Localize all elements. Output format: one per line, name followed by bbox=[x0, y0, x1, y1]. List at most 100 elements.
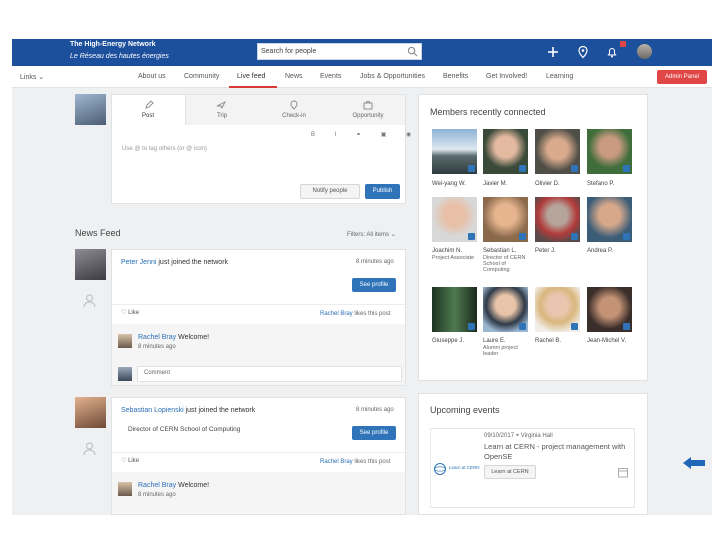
member-photo bbox=[483, 129, 528, 174]
post-timestamp: 8 minutes ago bbox=[356, 407, 394, 413]
member-card[interactable]: Giuseppe J. bbox=[432, 287, 477, 345]
member-card[interactable]: Andrea P. bbox=[587, 197, 632, 255]
see-profile-button[interactable]: See profile bbox=[352, 426, 396, 440]
brand-subtitle[interactable]: Le Réseau des hautes énergies bbox=[70, 53, 169, 60]
comment-time: 8 minutes ago bbox=[138, 344, 176, 350]
see-profile-button[interactable]: See profile bbox=[352, 278, 396, 292]
tab-post[interactable]: Post bbox=[123, 113, 173, 119]
divider bbox=[112, 452, 405, 453]
member-card[interactable]: Javier M. bbox=[483, 129, 528, 188]
nav-news[interactable]: News bbox=[285, 73, 303, 80]
admin-panel-button[interactable]: Admin Panel bbox=[657, 70, 707, 84]
arrow-left-icon[interactable] bbox=[682, 456, 706, 470]
like-button[interactable]: ♡ Like bbox=[121, 457, 139, 464]
pencil-icon bbox=[145, 100, 154, 109]
tab-trip[interactable]: Trip bbox=[197, 113, 247, 119]
events-title: Upcoming events bbox=[430, 405, 500, 415]
event-meta: 09/10/2017 ⌖ Virginia Hall bbox=[484, 433, 553, 439]
linkedin-icon bbox=[623, 323, 630, 330]
member-card[interactable]: Jean-Michel V. bbox=[587, 287, 632, 345]
nav-learning[interactable]: Learning bbox=[546, 73, 573, 80]
nav-about[interactable]: About us bbox=[138, 73, 166, 80]
links-dropdown[interactable]: Links ⌄ bbox=[20, 73, 44, 81]
user-avatar[interactable] bbox=[637, 44, 652, 59]
member-photo bbox=[587, 287, 632, 332]
linkedin-icon bbox=[571, 165, 578, 172]
my-avatar bbox=[118, 367, 132, 381]
user-placeholder-icon bbox=[83, 442, 96, 456]
member-photo bbox=[432, 197, 477, 242]
composer-textarea[interactable]: Use @ to tag others (or @ icon) bbox=[122, 146, 207, 152]
member-card[interactable]: Rachel B. bbox=[535, 287, 580, 345]
nav-jobs[interactable]: Jobs & Opportunities bbox=[360, 73, 425, 80]
member-photo bbox=[432, 287, 477, 332]
post-author-avatar[interactable] bbox=[75, 397, 106, 428]
comment-text: Rachel Bray Welcome! bbox=[138, 482, 210, 489]
member-photo bbox=[535, 197, 580, 242]
heart-icon: ♡ bbox=[121, 458, 127, 464]
search-placeholder: Search for people bbox=[261, 48, 317, 55]
commenter-avatar bbox=[118, 482, 132, 496]
user-placeholder-icon bbox=[83, 294, 96, 308]
search-input[interactable]: Search for people bbox=[257, 43, 422, 60]
divider bbox=[112, 304, 405, 305]
notify-people-button[interactable]: Notify people bbox=[300, 184, 360, 199]
linkedin-icon bbox=[519, 233, 526, 240]
pin-icon: ⌖ bbox=[515, 433, 520, 439]
location-pin-icon[interactable] bbox=[576, 45, 590, 59]
bell-icon[interactable] bbox=[605, 45, 619, 59]
member-card[interactable]: Stefano P. bbox=[587, 129, 632, 188]
plane-icon bbox=[216, 100, 226, 110]
linkedin-icon bbox=[468, 233, 475, 240]
chevron-down-icon: ⌄ bbox=[390, 232, 396, 238]
member-photo bbox=[587, 129, 632, 174]
post-author-link[interactable]: Peter Jenni bbox=[121, 259, 156, 266]
notification-badge bbox=[620, 41, 626, 47]
post-timestamp: 8 minutes ago bbox=[356, 259, 394, 265]
like-button[interactable]: ♡ Like bbox=[121, 309, 139, 316]
event-name[interactable]: Learn at CERN - project management with … bbox=[484, 442, 626, 462]
member-photo bbox=[432, 129, 477, 174]
publish-button[interactable]: Publish bbox=[365, 184, 400, 199]
nav-benefits[interactable]: Benefits bbox=[443, 73, 468, 80]
linkedin-icon bbox=[623, 233, 630, 240]
member-card[interactable]: Laure E. Alumni project leader bbox=[483, 287, 529, 357]
add-icon[interactable] bbox=[546, 45, 560, 59]
members-title: Members recently connected bbox=[430, 107, 546, 117]
calendar-add-icon[interactable] bbox=[617, 466, 629, 480]
event-button[interactable]: Learn at CERN bbox=[484, 465, 536, 479]
member-photo bbox=[483, 197, 528, 242]
tab-checkin[interactable]: Check-in bbox=[269, 113, 319, 119]
member-card[interactable]: Wei-yang W. bbox=[432, 129, 477, 188]
member-card[interactable]: Sebastian L. Director of CERN School of C… bbox=[483, 197, 529, 273]
nav-get-involved[interactable]: Get Involved! bbox=[486, 73, 527, 80]
tab-opportunity[interactable]: Opportunity bbox=[343, 113, 393, 119]
feed-filter[interactable]: Filters: All items ⌄ bbox=[347, 231, 396, 238]
commenter-avatar bbox=[118, 334, 132, 348]
comment-time: 8 minutes ago bbox=[138, 492, 176, 498]
post-subtitle: Director of CERN School of Computing bbox=[128, 426, 241, 433]
comment-text: Rachel Bray Welcome! bbox=[138, 334, 210, 341]
chevron-down-icon: ⌄ bbox=[38, 74, 45, 81]
nav-community[interactable]: Community bbox=[184, 73, 219, 80]
nav-events[interactable]: Events bbox=[320, 73, 341, 80]
brand-title[interactable]: The High-Energy Network bbox=[70, 41, 156, 48]
linkedin-icon bbox=[623, 165, 630, 172]
member-card[interactable]: Joachim N. Project Associate bbox=[432, 197, 477, 261]
comment-input[interactable]: Comment bbox=[137, 366, 402, 382]
nav-live-feed[interactable]: Live feed bbox=[237, 73, 265, 80]
linkedin-icon bbox=[468, 165, 475, 172]
likes-summary: Rachel Bray likes this post bbox=[320, 459, 391, 465]
linkedin-icon bbox=[468, 323, 475, 330]
composer-avatar bbox=[75, 94, 106, 125]
member-card[interactable]: Peter J. bbox=[535, 197, 580, 255]
linkedin-icon bbox=[519, 323, 526, 330]
post-headline: Peter Jenni just joined the network bbox=[121, 259, 229, 266]
search-icon[interactable] bbox=[407, 46, 418, 57]
member-card[interactable]: Olivier D. bbox=[535, 129, 580, 188]
linkedin-icon bbox=[571, 323, 578, 330]
post-author-link[interactable]: Sebastian Lopienski bbox=[121, 407, 184, 414]
heart-icon: ♡ bbox=[121, 310, 127, 316]
post-author-avatar[interactable] bbox=[75, 249, 106, 280]
post-headline: Sebastian Lopienski just joined the netw… bbox=[121, 407, 256, 414]
